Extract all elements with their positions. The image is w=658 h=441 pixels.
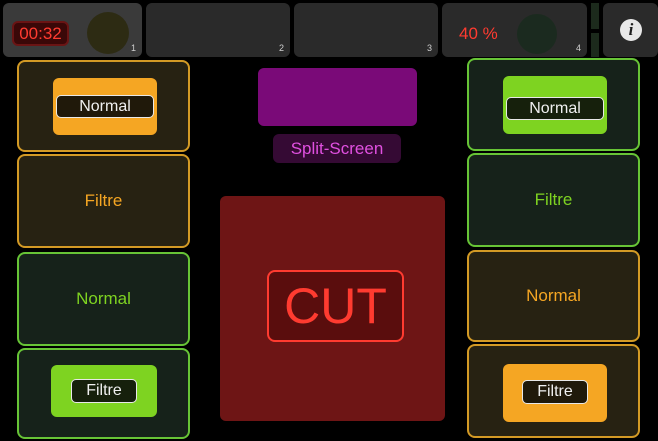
right-pad-2[interactable]: Filtre (467, 153, 640, 247)
pad-label: Normal (506, 97, 604, 120)
pad-label: Filtre (71, 379, 137, 403)
timer-display: 00:32 (12, 21, 69, 46)
left-pad-4[interactable]: Filtre (17, 348, 190, 439)
top-bar: 00:32 1 2 3 40 % 4 i (0, 0, 658, 58)
pad-label: Filtre (534, 190, 573, 209)
slot-4[interactable]: 40 % 4 (442, 3, 587, 57)
pad-label: Normal (76, 289, 131, 308)
slot-number: 2 (278, 43, 284, 53)
right-pad-1[interactable]: Normal (467, 58, 640, 151)
level-meter (591, 3, 599, 57)
info-icon: i (620, 19, 642, 41)
pad-label: Normal (526, 286, 581, 305)
slot-2[interactable]: 2 (146, 3, 290, 57)
cut-label: CUT (267, 270, 404, 342)
slot-1[interactable]: 00:32 1 (3, 3, 142, 57)
right-pad-4[interactable]: Filtre (467, 344, 640, 438)
selected-plate: Normal (503, 76, 607, 134)
left-pad-3[interactable]: Normal (17, 252, 190, 346)
left-pad-1[interactable]: Normal (17, 60, 190, 152)
selected-plate: Normal (53, 78, 157, 135)
slot-number: 1 (130, 43, 136, 53)
left-pad-2[interactable]: Filtre (17, 154, 190, 248)
pad-label: Filtre (84, 191, 123, 210)
split-screen-button[interactable] (258, 68, 417, 126)
right-pad-3[interactable]: Normal (467, 250, 640, 342)
slot-number: 3 (426, 43, 432, 53)
slot-3[interactable]: 3 (294, 3, 438, 57)
level-knob[interactable] (517, 14, 557, 54)
level-knob[interactable] (87, 12, 129, 54)
percent-readout: 40 % (459, 24, 498, 43)
info-button[interactable]: i (603, 3, 658, 57)
selected-plate: Filtre (51, 365, 157, 417)
pad-label: Filtre (522, 380, 588, 404)
cut-button[interactable]: CUT (220, 196, 445, 421)
split-screen-label: Split-Screen (273, 134, 401, 163)
pad-label: Normal (56, 95, 154, 118)
selected-plate: Filtre (503, 364, 607, 422)
slot-number: 4 (575, 43, 581, 53)
